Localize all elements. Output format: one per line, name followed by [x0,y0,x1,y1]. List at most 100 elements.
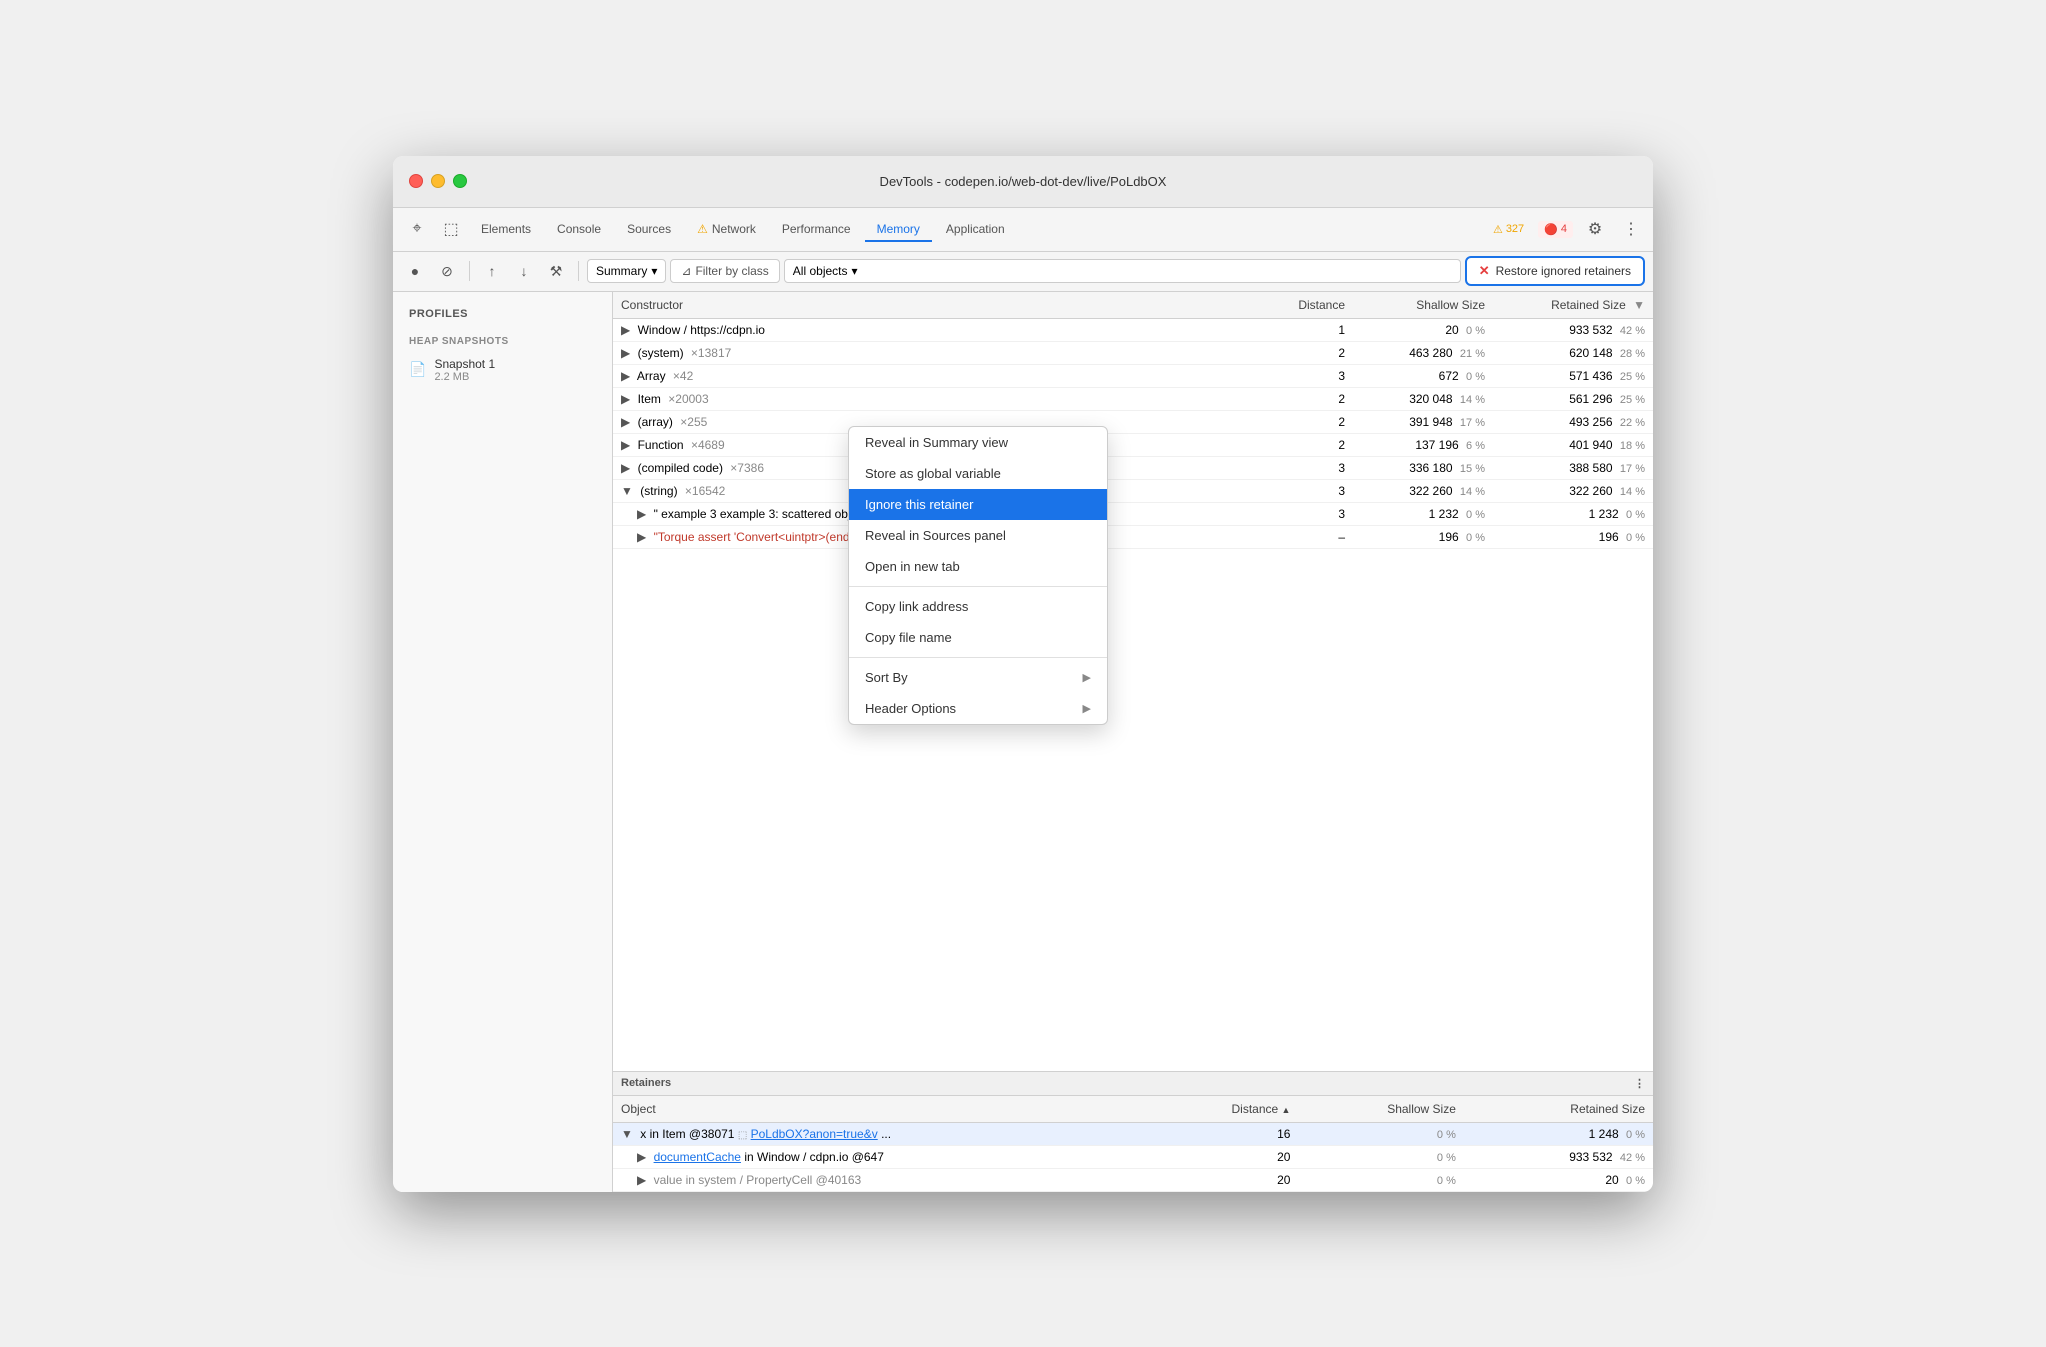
objects-dropdown[interactable]: All objects ▾ [784,259,1461,283]
expand-arrow[interactable]: ▶ [621,369,630,383]
constructor-name: (system) [638,346,684,360]
retained-cell: 493 256 22 % [1493,410,1653,433]
table-row[interactable]: ▶ " example 3 example 3: scattered objec… [613,502,1653,525]
tab-application[interactable]: Application [934,216,1017,242]
summary-dropdown[interactable]: Summary ▾ [587,259,666,283]
tab-network[interactable]: Network [685,216,768,242]
expand-arrow[interactable]: ▶ [621,438,630,452]
table-row[interactable]: ▶ Function ×4689 2 137 196 6 % 401 940 1… [613,433,1653,456]
menu-item-label: Reveal in Sources panel [865,528,1006,543]
retainers-scroll-icon[interactable]: ⋮ [1634,1077,1645,1090]
minimize-button[interactable] [431,174,445,188]
constructor-table-scroll[interactable]: Constructor Distance Shallow Size Retain… [613,292,1653,1071]
shallow-cell: 391 948 17 % [1353,410,1493,433]
retainer-distance-cell: 20 [1204,1168,1299,1191]
snapshot-icon: 📄 [409,361,426,378]
snapshot-size: 2.2 MB [434,371,596,383]
retainer-retained-cell: 20 0 % [1464,1168,1653,1191]
close-button[interactable] [409,174,423,188]
expand-arrow[interactable]: ▶ [621,415,630,429]
menu-item-copy-filename[interactable]: Copy file name [849,622,1107,653]
shallow-cell: 322 260 14 % [1353,479,1493,502]
warning-count: 327 [1506,223,1524,235]
menu-item-copy-link[interactable]: Copy link address [849,591,1107,622]
expand-arrow[interactable]: ▶ [621,346,630,360]
expand-arrow[interactable]: ▶ [637,1150,646,1164]
filter-button[interactable]: ⊿ Filter by class [670,259,779,283]
tab-console[interactable]: Console [545,216,613,242]
restore-label: Restore ignored retainers [1496,264,1631,278]
retainer-object-cell: ▼ x in Item @38071 ⬚ PoLdbOX?anon=true&v… [613,1122,1204,1145]
retainer-row[interactable]: ▼ x in Item @38071 ⬚ PoLdbOX?anon=true&v… [613,1122,1653,1145]
count-label: ×13817 [691,346,731,360]
menu-item-label: Ignore this retainer [865,497,973,512]
tab-elements[interactable]: Elements [469,216,543,242]
expand-arrow[interactable]: ▶ [637,1173,646,1187]
constructor-cell: ▶ Array ×42 [613,364,1273,387]
download-button[interactable]: ↓ [510,257,538,285]
menu-item-header-options[interactable]: Header Options ▶ [849,693,1107,724]
settings-button[interactable]: ⚙ [1581,215,1609,243]
retainers-label: Retainers [621,1077,671,1089]
retainer-shallow-cell: 0 % [1298,1145,1463,1168]
expand-arrow[interactable]: ▼ [621,1127,633,1141]
expand-arrow[interactable]: ▶ [637,507,646,521]
menu-item-label: Copy link address [865,599,968,614]
table-row[interactable]: ▶ Item ×20003 2 320 048 14 % 561 296 25 … [613,387,1653,410]
menu-item-reveal-sources[interactable]: Reveal in Sources panel [849,520,1107,551]
shallow-cell: 20 0 % [1353,318,1493,341]
retainer-row[interactable]: ▶ value in system / PropertyCell @40163 … [613,1168,1653,1191]
table-row[interactable]: ▶ "Torque assert 'Convert<uintptr>(endIn… [613,525,1653,548]
tab-performance[interactable]: Performance [770,216,863,242]
retainer-link[interactable]: documentCache [654,1150,741,1164]
table-row[interactable]: ▶ Window / https://cdpn.io 1 20 0 % 933 … [613,318,1653,341]
upload-button[interactable]: ↑ [478,257,506,285]
menu-item-label: Reveal in Summary view [865,435,1008,450]
retainer-distance-cell: 20 [1204,1145,1299,1168]
table-row[interactable]: ▼ (string) ×16542 3 322 260 14 % 322 260… [613,479,1653,502]
snapshot-name: Snapshot 1 [434,357,596,371]
table-row[interactable]: ▶ (compiled code) ×7386 3 336 180 15 % 3… [613,456,1653,479]
restore-x-icon: ✕ [1479,263,1490,279]
menu-item-reveal-summary[interactable]: Reveal in Summary view [849,427,1107,458]
more-button[interactable]: ⋮ [1617,215,1645,243]
expand-arrow[interactable]: ▶ [637,530,646,544]
menu-item-open-tab[interactable]: Open in new tab [849,551,1107,582]
shallow-cell: 196 0 % [1353,525,1493,548]
warning-badge[interactable]: ⚠ 327 [1487,221,1530,238]
record-button[interactable]: ● [401,257,429,285]
cleanup-button[interactable]: ⚒ [542,257,570,285]
expand-arrow[interactable]: ▶ [621,392,630,406]
cursor-icon[interactable]: ⌖ [401,213,433,245]
error-badge[interactable]: 🔴 4 [1538,221,1573,238]
expand-arrow[interactable]: ▼ [621,484,633,498]
tab-sources[interactable]: Sources [615,216,683,242]
retained-cell: 620 148 28 % [1493,341,1653,364]
shallow-cell: 137 196 6 % [1353,433,1493,456]
retained-cell: 571 436 25 % [1493,364,1653,387]
snapshot-item[interactable]: 📄 Snapshot 1 2.2 MB [393,351,612,389]
table-row[interactable]: ▶ (array) ×255 2 391 948 17 % 493 256 22… [613,410,1653,433]
menu-item-sort-by[interactable]: Sort By ▶ [849,662,1107,693]
retainer-shallow-cell: 0 % [1298,1122,1463,1145]
submenu-arrow: ▶ [1083,702,1091,715]
expand-arrow[interactable]: ▶ [621,323,630,337]
table-row[interactable]: ▶ Array ×42 3 672 0 % 571 436 25 % [613,364,1653,387]
restore-button[interactable]: ✕ Restore ignored retainers [1465,256,1645,286]
fullscreen-button[interactable] [453,174,467,188]
menu-item-ignore-retainer[interactable]: Ignore this retainer [849,489,1107,520]
table-row[interactable]: ▶ (system) ×13817 2 463 280 21 % 620 148… [613,341,1653,364]
clear-button[interactable]: ⊘ [433,257,461,285]
retainers-header: Retainers ⋮ [613,1071,1653,1096]
tab-memory[interactable]: Memory [865,216,932,242]
expand-arrow[interactable]: ▶ [621,461,630,475]
count-label: ×7386 [730,461,764,475]
device-icon[interactable]: ⬚ [435,213,467,245]
distance-cell: 2 [1273,433,1353,456]
retainer-link[interactable]: PoLdbOX?anon=true&v [751,1127,878,1141]
retainer-col-distance: Distance ▲ [1204,1096,1299,1123]
menu-item-store-global[interactable]: Store as global variable [849,458,1107,489]
error-icon: 🔴 [1544,223,1558,236]
retainer-row[interactable]: ▶ documentCache in Window / cdpn.io @647… [613,1145,1653,1168]
retainer-inline-icon: ⬚ [738,1130,747,1141]
